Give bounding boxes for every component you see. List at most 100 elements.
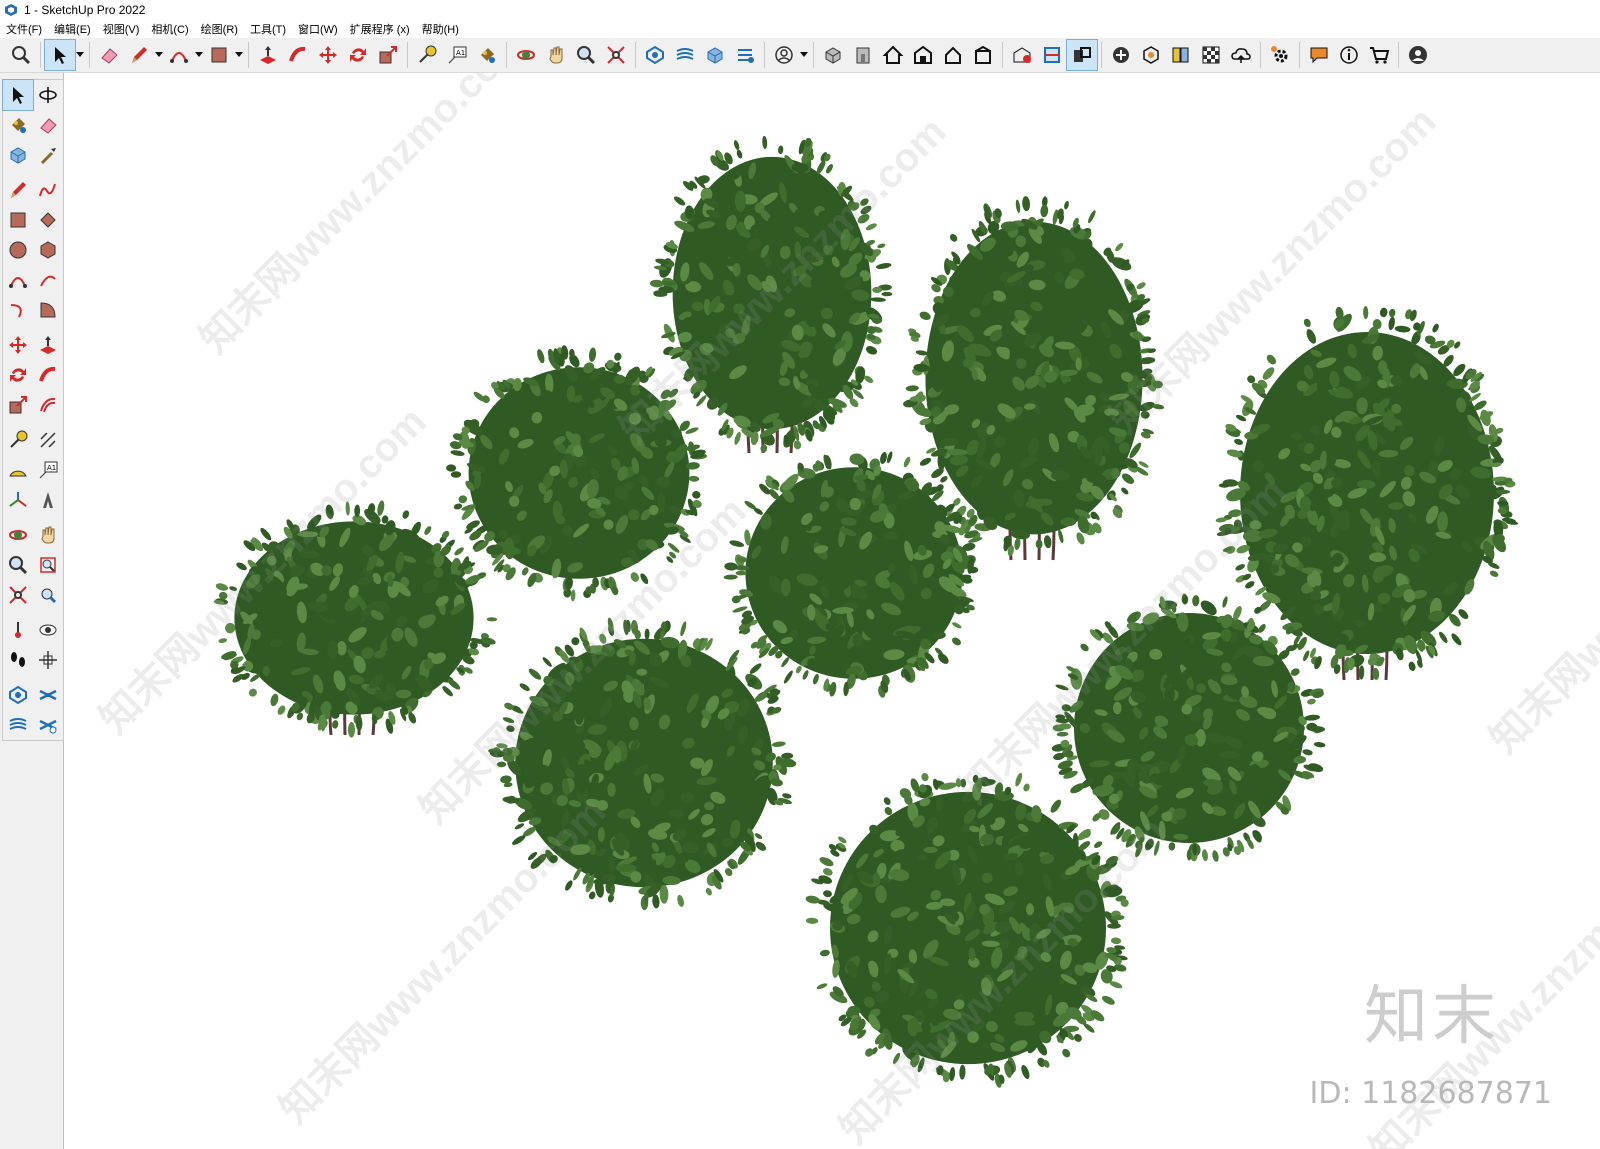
toolbar-solid-button[interactable] (1136, 40, 1166, 70)
toolbar-zoom-button[interactable] (571, 40, 601, 70)
palette-rotated-rectangle-button[interactable] (33, 205, 63, 235)
palette-pan-tool-button[interactable] (33, 520, 63, 550)
toolbar-text-button[interactable]: A1 (442, 40, 472, 70)
menu-draw[interactable]: 绘图(R) (195, 21, 244, 37)
toolbar-follow-me-button[interactable] (283, 40, 313, 70)
palette-text-button[interactable]: A1 (33, 455, 63, 485)
chevron-down-icon[interactable] (154, 40, 164, 70)
toolbar-top-view-button[interactable] (908, 40, 938, 70)
toolbar-rotate-button[interactable] (343, 40, 373, 70)
palette-orbit-button[interactable] (33, 80, 63, 110)
palette-section-plane-button[interactable] (33, 645, 63, 675)
palette-dimension-button[interactable] (33, 425, 63, 455)
menu-help[interactable]: 帮助(H) (416, 21, 465, 37)
chevron-down-icon[interactable] (194, 40, 204, 70)
menu-edit[interactable]: 编辑(E) (48, 21, 97, 37)
toolbar-rectangle-button[interactable] (204, 40, 234, 70)
toolbar-push-pull-button[interactable] (253, 40, 283, 70)
toolbar-select-button[interactable] (44, 39, 76, 71)
toolbar-info-button[interactable] (1334, 40, 1364, 70)
toolbar-iso-view-button[interactable] (818, 40, 848, 70)
palette-polygon-button[interactable] (33, 235, 63, 265)
toolbar-warehouse-button[interactable] (1007, 40, 1037, 70)
shrub-model[interactable] (650, 135, 893, 454)
shrub-model[interactable] (1215, 306, 1519, 681)
palette-paint-bucket-button[interactable] (3, 110, 33, 140)
palette-zoom-tool-button[interactable] (3, 550, 33, 580)
palette-axes-button[interactable] (3, 485, 33, 515)
toolbar-pan-button[interactable] (541, 40, 571, 70)
shrub-model[interactable] (213, 500, 498, 738)
toolbar-chat-button[interactable] (1304, 40, 1334, 70)
palette-two-point-arc-button[interactable] (33, 265, 63, 295)
toolbar-zoom-extents-button[interactable] (6, 40, 36, 70)
palette-orbit-tool-button[interactable] (3, 520, 33, 550)
palette-offset-button[interactable] (33, 390, 63, 420)
toolbar-cloud-button[interactable] (1226, 40, 1256, 70)
palette-move-button[interactable] (3, 330, 33, 360)
shrub-model[interactable] (805, 772, 1129, 1088)
palette-scale-button[interactable] (3, 390, 33, 420)
toolbar-move-button[interactable] (313, 40, 343, 70)
toolbar-zoom-window-button[interactable] (601, 40, 631, 70)
palette-protractor-button[interactable] (3, 455, 33, 485)
palette-push-pull-button[interactable] (33, 330, 63, 360)
palette-freehand-button[interactable] (33, 175, 63, 205)
menu-camera[interactable]: 相机(C) (145, 21, 194, 37)
palette-follow-me-button[interactable] (33, 360, 63, 390)
menu-extensions[interactable]: 扩展程序 (x) (344, 21, 416, 37)
palette-three-d-text-button[interactable] (33, 485, 63, 515)
chevron-down-icon[interactable] (75, 40, 85, 70)
palette-tape-measure-button[interactable] (3, 425, 33, 455)
toolbar-cart-button[interactable] (1364, 40, 1394, 70)
toolbar-add-button[interactable] (1106, 40, 1136, 70)
chevron-down-icon[interactable] (799, 40, 809, 70)
toolbar-outliner-button[interactable] (730, 40, 760, 70)
palette-rectangle-button[interactable] (3, 205, 33, 235)
palette-sandbox-a-button[interactable] (3, 680, 33, 710)
toolbar-eraser-button[interactable] (94, 40, 124, 70)
shrub-model[interactable] (446, 345, 708, 602)
palette-pencil-button[interactable] (3, 175, 33, 205)
model-viewport[interactable]: 知末网www.znzmo.com 知末网www.znzmo.com 知末网www.z… (64, 73, 1600, 1149)
toolbar-section-button[interactable] (1037, 40, 1067, 70)
toolbar-orbit-button[interactable] (511, 40, 541, 70)
menu-view[interactable]: 视图(V) (97, 21, 146, 37)
toolbar-sandbox-button[interactable] (640, 40, 670, 70)
shrub-model[interactable] (1051, 593, 1326, 862)
palette-rotate-button[interactable] (3, 360, 33, 390)
palette-walk-button[interactable] (3, 645, 33, 675)
palette-zoom-extents-tool-button[interactable] (3, 580, 33, 610)
toolbar-texture-button[interactable] (1196, 40, 1226, 70)
palette-pie-button[interactable] (33, 295, 63, 325)
toolbar-account-button[interactable] (769, 40, 799, 70)
toolbar-pencil-button[interactable] (124, 40, 154, 70)
toolbar-tape-measure-button[interactable] (412, 40, 442, 70)
palette-three-point-arc-button[interactable] (3, 295, 33, 325)
palette-zoom-window-tool-button[interactable] (33, 550, 63, 580)
chevron-down-icon[interactable] (234, 40, 244, 70)
palette-position-camera-button[interactable] (3, 615, 33, 645)
toolbar-right-view-button[interactable] (938, 40, 968, 70)
menu-tools[interactable]: 工具(T) (244, 21, 292, 37)
toolbar-styles-button[interactable] (1166, 40, 1196, 70)
toolbar-home-button[interactable] (878, 40, 908, 70)
palette-eraser-button[interactable] (33, 110, 63, 140)
toolbar-component-button[interactable] (700, 40, 730, 70)
shrub-model[interactable] (723, 451, 983, 699)
toolbar-front-view-button[interactable] (848, 40, 878, 70)
palette-circle-button[interactable] (3, 235, 33, 265)
toolbar-arc-button[interactable] (164, 40, 194, 70)
palette-select-button[interactable] (2, 79, 34, 111)
palette-component-button[interactable] (3, 140, 33, 170)
palette-sandbox-c-button[interactable] (3, 710, 33, 740)
toolbar-scale-button[interactable] (373, 40, 403, 70)
toolbar-section-display-button[interactable] (1066, 39, 1098, 71)
palette-dropper-button[interactable] (33, 140, 63, 170)
toolbar-layers-button[interactable] (670, 40, 700, 70)
menu-file[interactable]: 文件(F) (0, 21, 48, 37)
palette-arc-button[interactable] (3, 265, 33, 295)
palette-sandbox-b-button[interactable] (33, 680, 63, 710)
toolbar-back-view-button[interactable] (968, 40, 998, 70)
palette-previous-view-button[interactable] (33, 580, 63, 610)
